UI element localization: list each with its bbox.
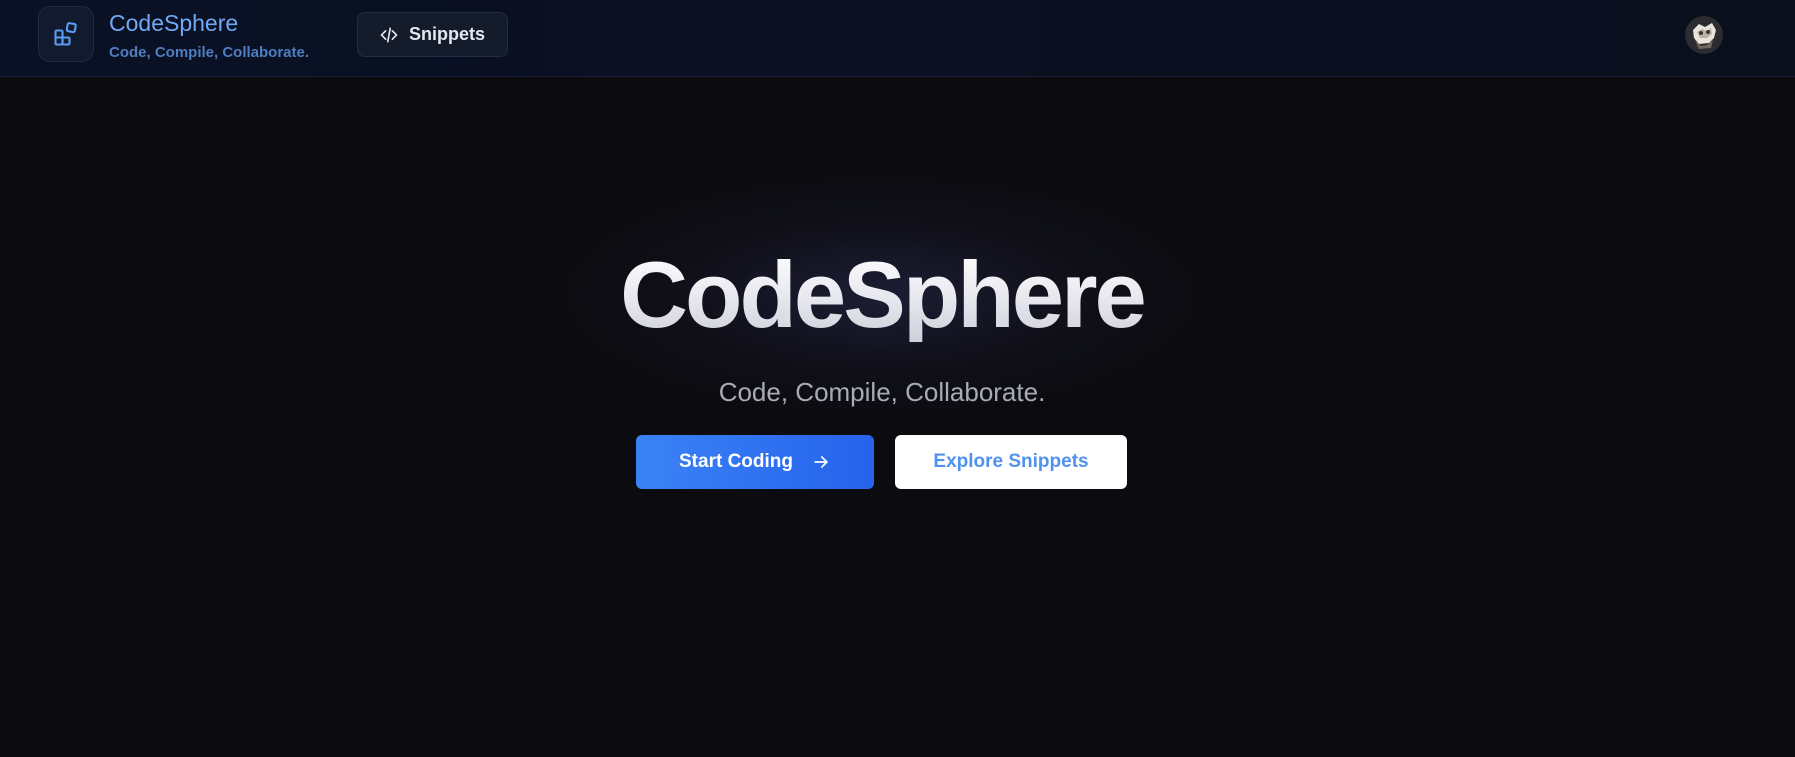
brand-tagline: Code, Compile, Collaborate.: [109, 44, 310, 61]
code-icon: [380, 27, 398, 43]
start-coding-label: Start Coding: [679, 451, 793, 472]
nav-snippets-button[interactable]: Snippets: [357, 12, 508, 57]
brand-title[interactable]: CodeSphere: [109, 10, 238, 37]
nav-snippets-label: Snippets: [409, 24, 486, 44]
user-avatar[interactable]: [1685, 16, 1723, 54]
hero-title: CodeSphere: [0, 248, 1764, 342]
arrow-right-icon: [814, 456, 828, 468]
explore-snippets-button[interactable]: Explore Snippets: [895, 435, 1127, 489]
hero-subtitle: Code, Compile, Collaborate.: [718, 377, 1046, 407]
avatar-image: [1685, 16, 1723, 54]
layout-blocks-icon: [54, 22, 77, 46]
start-coding-button[interactable]: Start Coding: [636, 435, 874, 489]
top-navbar: CodeSphere Code, Compile, Collaborate. S…: [0, 0, 1795, 77]
explore-snippets-label: Explore Snippets: [933, 451, 1089, 472]
logo[interactable]: [38, 6, 94, 62]
